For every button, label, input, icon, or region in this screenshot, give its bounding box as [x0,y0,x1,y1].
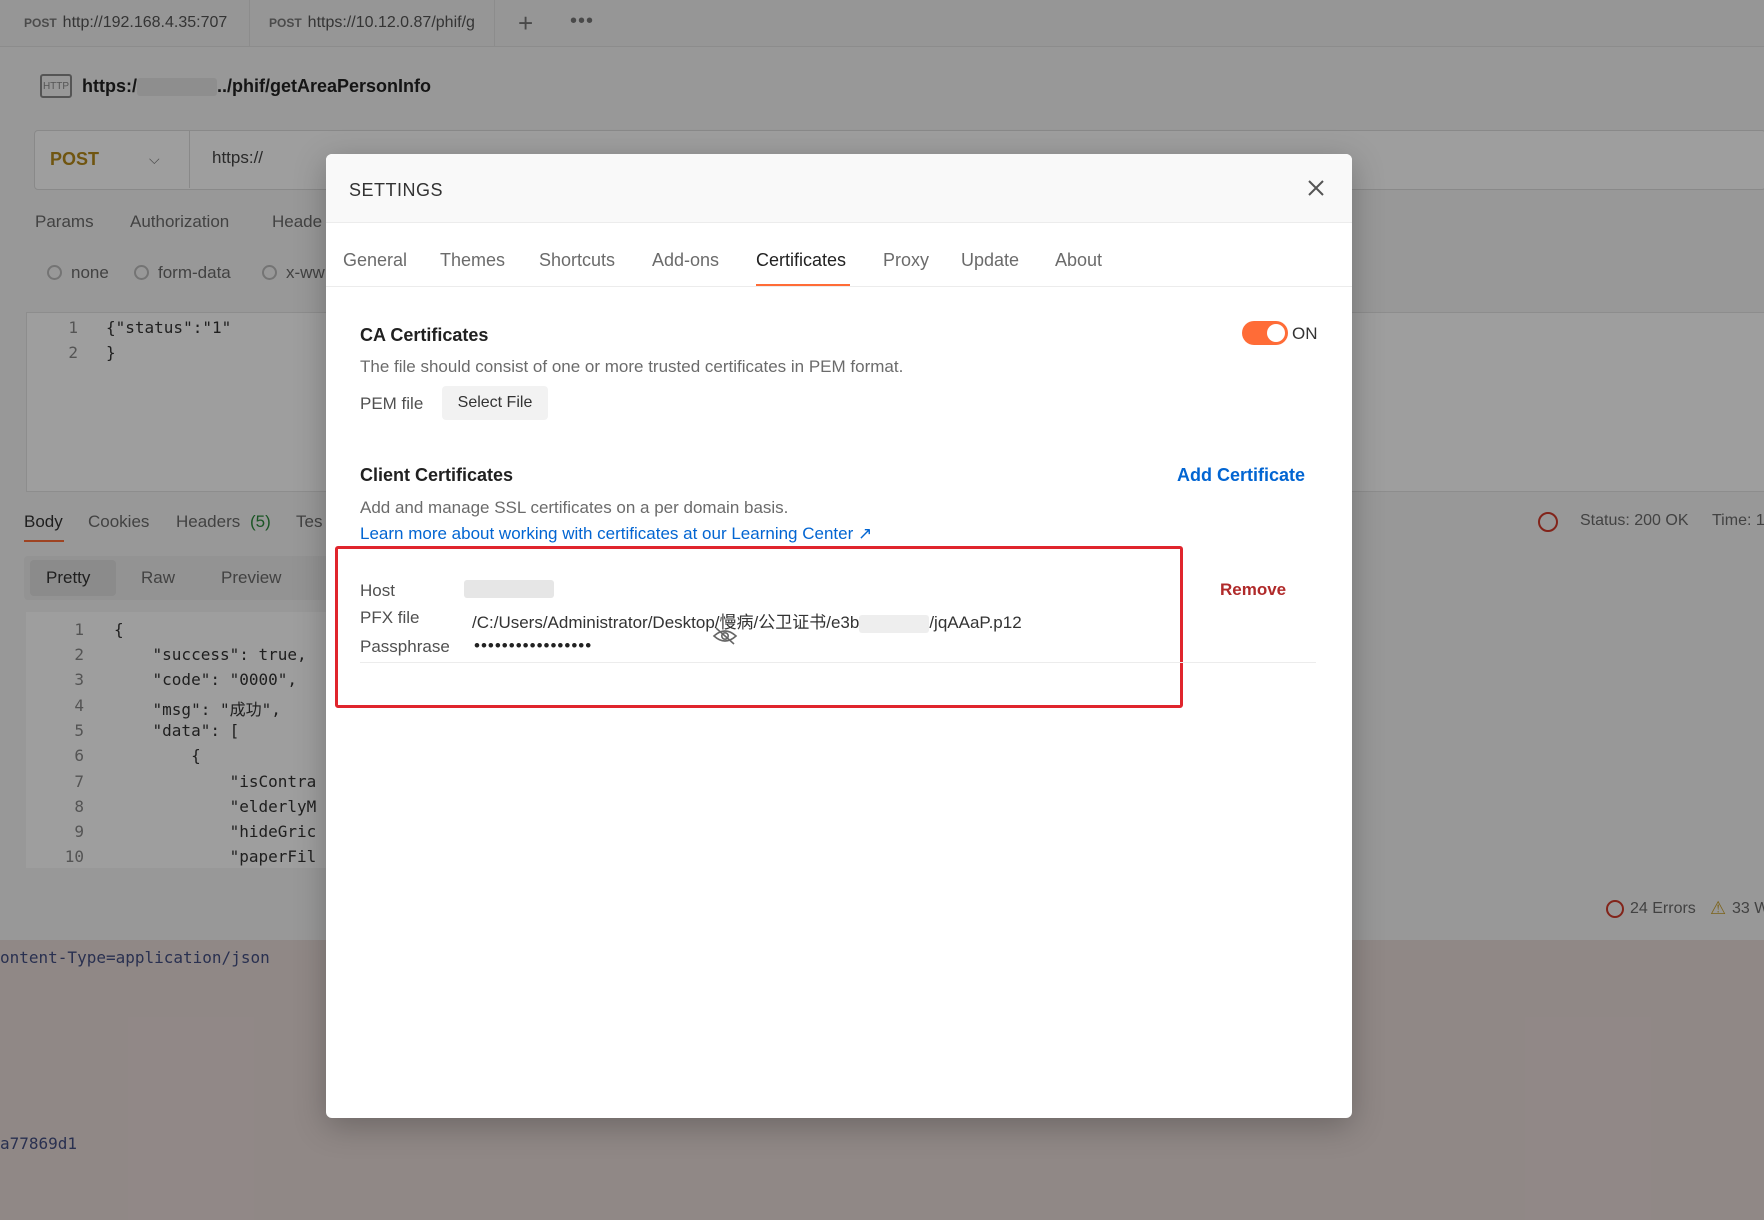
passphrase-value: ••••••••••••••••• [474,636,593,655]
divider [360,662,1316,663]
remove-certificate-button[interactable]: Remove [1220,580,1286,600]
select-file-button[interactable]: Select File [442,386,548,420]
ca-certificates-heading: CA Certificates [360,325,489,345]
pfx-file-path-start: /C:/Users/Administrator/Desktop/慢病/公卫证书/… [472,613,860,632]
modal-title: SETTINGS [349,180,444,200]
tab-shortcuts[interactable]: Shortcuts [539,250,615,271]
active-tab-underline [756,284,850,286]
tab-update[interactable]: Update [961,250,1019,271]
settings-modal: SETTINGS General Themes Shortcuts Add-on… [326,154,1352,1118]
tab-about[interactable]: About [1055,250,1102,271]
tab-general[interactable]: General [343,250,407,271]
toggle-knob [1267,324,1285,342]
pfx-file-label: PFX file [360,608,420,627]
eye-off-icon[interactable] [712,626,738,646]
tab-proxy[interactable]: Proxy [883,250,929,271]
learn-more-link[interactable]: Learn more about working with certificat… [360,524,872,544]
ca-description: The file should consist of one or more t… [360,357,904,376]
ca-certificates-toggle[interactable] [1242,321,1288,345]
redacted-block [859,614,930,633]
client-certificates-heading: Client Certificates [360,465,514,485]
passphrase-label: Passphrase [360,637,450,656]
tab-themes[interactable]: Themes [440,250,505,271]
tab-certificates[interactable]: Certificates [756,250,846,271]
toggle-state-label: ON [1292,324,1318,343]
modal-header [326,154,1352,223]
add-certificate-button[interactable]: Add Certificate [1177,465,1305,486]
host-label: Host [360,581,395,600]
close-icon[interactable] [1304,176,1328,200]
pem-file-label: PEM file [360,394,424,413]
pfx-file-path-end: /jqAAaP.p12 [929,613,1022,632]
pfx-file-value: /C:/Users/Administrator/Desktop/慢病/公卫证书/… [472,608,1022,633]
tab-add-ons[interactable]: Add-ons [652,250,719,271]
host-value-redacted [464,580,554,598]
client-description: Add and manage SSL certificates on a per… [360,498,789,517]
